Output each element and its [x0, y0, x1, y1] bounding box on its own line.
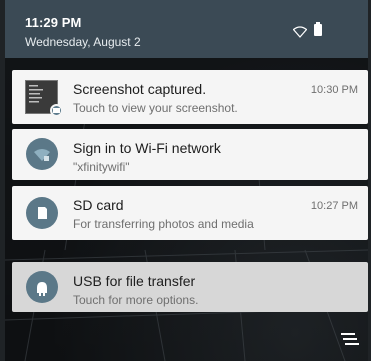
wifi-icon — [293, 26, 307, 38]
notification-title: USB for file transfer — [73, 273, 196, 289]
notification-title: Screenshot captured. — [73, 81, 207, 97]
notification-shade: 11:29 PM Wednesday, August 2 Screenshot … — [5, 0, 368, 361]
notification-sd-card[interactable]: SD card For transferring photos and medi… — [12, 186, 368, 240]
status-header[interactable]: 11:29 PM Wednesday, August 2 — [5, 0, 368, 58]
notification-time: 10:27 PM — [310, 200, 358, 212]
notification-time: 10:30 PM — [310, 84, 358, 96]
notification-usb[interactable]: USB for file transfer Touch for more opt… — [12, 262, 368, 312]
clock-time: 11:29 PM — [25, 15, 82, 30]
notification-subtitle: "xfinitywifi" — [73, 160, 130, 174]
battery-icon — [314, 22, 322, 36]
wifi-signin-icon — [26, 138, 58, 170]
notification-title: Sign in to Wi-Fi network — [73, 140, 221, 156]
android-usb-icon — [26, 271, 58, 303]
notification-subtitle: Touch for more options. — [73, 293, 199, 307]
notification-wifi[interactable]: Sign in to Wi-Fi network "xfinitywifi" — [12, 129, 368, 180]
date-label: Wednesday, August 2 — [25, 35, 141, 49]
notification-subtitle: For transferring photos and media — [73, 217, 254, 231]
image-badge-icon — [50, 104, 63, 117]
sd-card-icon — [26, 197, 58, 229]
notification-subtitle: Touch to view your screenshot. — [73, 101, 238, 115]
clear-all-icon[interactable] — [339, 332, 359, 346]
notification-screenshot[interactable]: Screenshot captured. Touch to view your … — [12, 70, 368, 124]
notification-title: SD card — [73, 197, 124, 213]
